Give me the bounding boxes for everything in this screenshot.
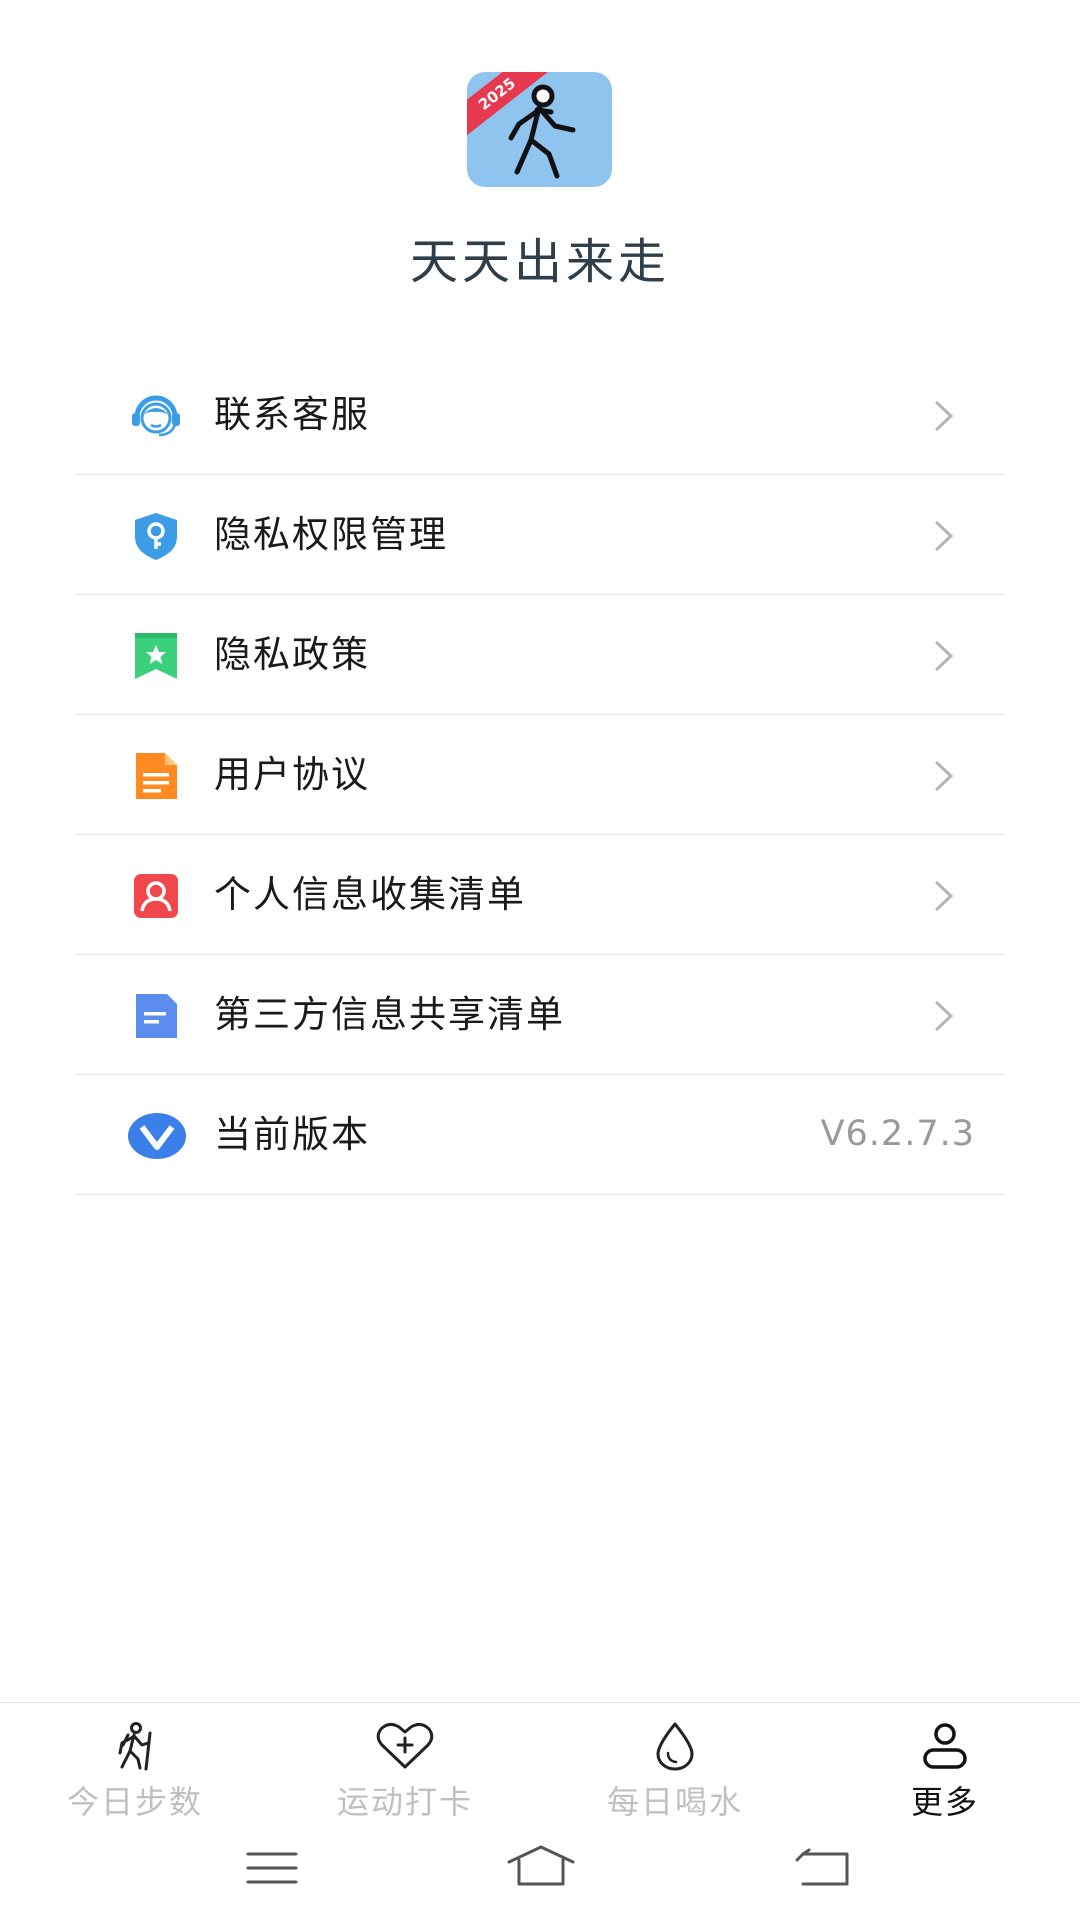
hiker-icon [118,1722,152,1771]
customer-service-icon [132,395,180,437]
version-icon [128,1113,186,1159]
menu-label: 个人信息收集清单 [214,873,526,916]
tab-label: 今日步数 [66,1783,203,1821]
tab-more[interactable]: 更多 [810,1703,1080,1821]
list-doc-icon [136,994,177,1038]
chevron-right-icon [934,400,954,432]
menu-item-privacy-policy[interactable]: 隐私政策 [75,595,1005,715]
app-logo: 2025 [467,72,612,187]
menu-item-personal-info-list[interactable]: 个人信息收集清单 [75,835,1005,955]
bookmark-star-icon [135,633,177,679]
water-drop-icon [656,1722,694,1771]
more-page: 2025 天天出来走 联系客服 隐私权限管理 隐私政策 用户协议 个人信息收集清… [0,0,1080,1920]
tab-daily-water[interactable]: 每日喝水 [540,1703,810,1821]
chevron-right-icon [934,760,954,792]
user-icon [923,1723,967,1769]
tab-label: 每日喝水 [606,1783,743,1821]
menu-item-current-version: 当前版本 V6.2.7.3 [75,1075,1005,1195]
shield-key-icon [135,513,177,560]
menu-item-privacy-permissions[interactable]: 隐私权限管理 [75,475,1005,595]
heart-plus-icon [376,1722,434,1769]
system-navigation-bar [0,1820,1080,1920]
settings-list: 联系客服 隐私权限管理 隐私政策 用户协议 个人信息收集清单 第三方信息共享清单… [75,355,1005,1195]
chevron-right-icon [934,640,954,672]
back-icon[interactable] [795,1848,851,1888]
tab-today-steps[interactable]: 今日步数 [0,1703,270,1821]
tab-label: 更多 [910,1783,979,1821]
menu-label: 隐私权限管理 [214,513,448,556]
chevron-right-icon [934,520,954,552]
menu-label: 第三方信息共享清单 [214,993,565,1036]
person-card-icon [134,874,178,918]
tab-label: 运动打卡 [336,1783,473,1821]
menu-icon[interactable] [245,1848,299,1888]
chevron-right-icon [934,880,954,912]
tab-exercise-checkin[interactable]: 运动打卡 [270,1703,540,1821]
version-number: V6.2.7.3 [820,1114,975,1154]
menu-label: 用户协议 [214,753,370,796]
menu-label: 联系客服 [214,393,370,436]
home-icon[interactable] [505,1844,577,1888]
menu-item-user-agreement[interactable]: 用户协议 [75,715,1005,835]
menu-label: 隐私政策 [214,633,370,676]
document-icon [136,753,177,799]
menu-label: 当前版本 [214,1113,370,1156]
chevron-right-icon [934,1000,954,1032]
bottom-tab-bar: 今日步数 运动打卡 每日喝水 更多 [0,1702,1080,1821]
menu-item-third-party-sharing[interactable]: 第三方信息共享清单 [75,955,1005,1075]
app-title: 天天出来走 [409,234,670,290]
menu-item-customer-service[interactable]: 联系客服 [75,355,1005,475]
